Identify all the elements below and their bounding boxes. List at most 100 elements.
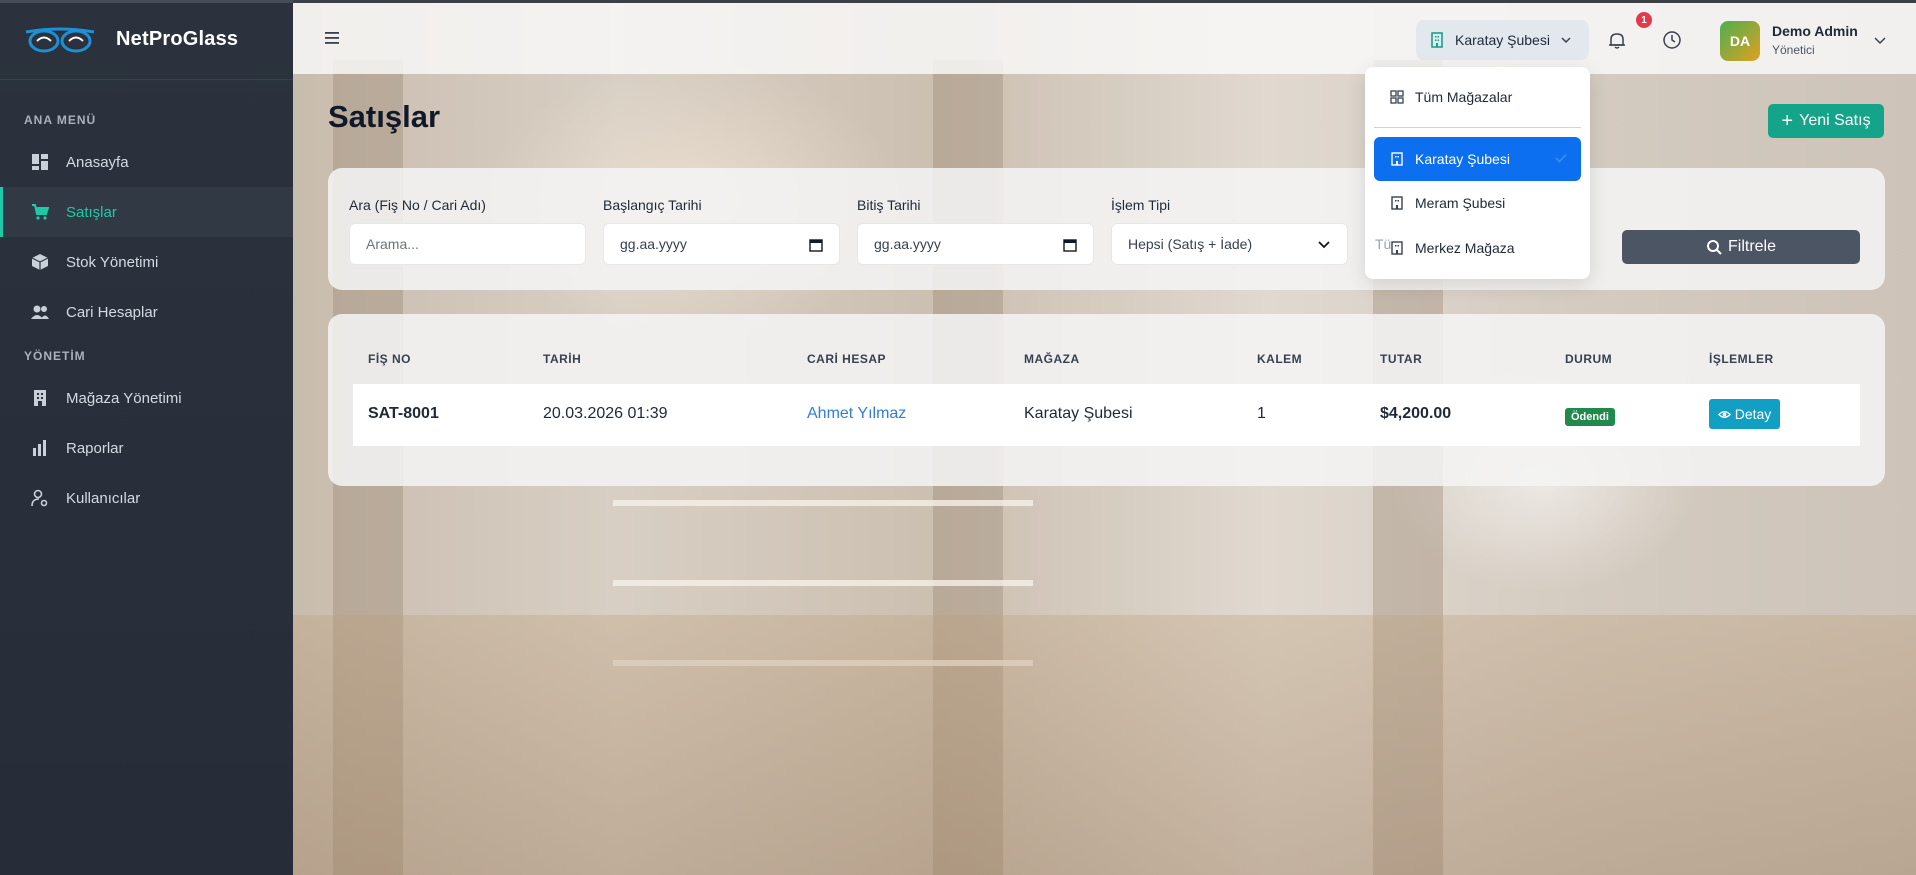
filter-button-label: Filtrele [1727, 238, 1776, 255]
glasses-logo-icon [25, 27, 95, 52]
new-sale-label: Yeni Satış [1799, 112, 1871, 129]
chevron-down-icon [1318, 241, 1330, 249]
eye-icon [1717, 410, 1731, 418]
column-header: MAĞAZA [1024, 352, 1080, 366]
sidebar-item-label: Mağaza Yönetimi [66, 389, 182, 407]
column-header: TUTAR [1380, 352, 1423, 366]
end-date-input[interactable]: gg.aa.yyyy [857, 223, 1094, 265]
cell-magaza: Karatay Şubesi [1024, 405, 1133, 422]
users-icon [30, 302, 50, 322]
cart-icon [30, 202, 50, 222]
sidebar-item-kullanicilar[interactable]: Kullanıcılar [0, 473, 293, 523]
user-role: Yönetici [1772, 43, 1815, 57]
type-select[interactable]: Hepsi (Satış + İade) [1111, 223, 1348, 265]
filter-card: Ara (Fiş No / Cari Adı) Arama... Başlang… [328, 168, 1885, 290]
user-name[interactable]: Demo Admin [1772, 23, 1858, 39]
sidebar-item-stok[interactable]: Stok Yönetimi [0, 237, 293, 287]
filter-button[interactable]: Filtrele [1622, 230, 1860, 264]
page-title: Satışlar [328, 99, 441, 134]
building-icon [1391, 241, 1403, 255]
search-icon [1706, 240, 1722, 255]
sidebar-item-raporlar[interactable]: Raporlar [0, 423, 293, 473]
dropdown-item-merkez[interactable]: Merkez Mağaza [1374, 226, 1581, 270]
hidden-filter-partial-text: Tü [1375, 236, 1392, 252]
building-icon [1391, 196, 1403, 210]
dropdown-item-label: Meram Şubesi [1415, 195, 1506, 211]
building-icon [30, 388, 50, 408]
store-dropdown-menu: Tüm Mağazalar Karatay Şubesi Meram Şubes… [1365, 67, 1590, 279]
type-label: İşlem Tipi [1111, 197, 1171, 213]
cell-tutar: $4,200.00 [1380, 405, 1452, 422]
bg-decor [613, 580, 1033, 586]
end-date-label: Bitiş Tarihi [857, 197, 921, 213]
clock-icon[interactable] [1661, 29, 1683, 51]
search-label: Ara (Fiş No / Cari Adı) [349, 197, 486, 213]
store-selector-label: Karatay Şubesi [1455, 32, 1550, 48]
sidebar-item-satislar[interactable]: Satışlar [0, 187, 293, 237]
dropdown-item-all-stores[interactable]: Tüm Mağazalar [1374, 75, 1581, 119]
plus-icon: + [1781, 110, 1794, 132]
sidebar-item-label: Anasayfa [66, 153, 129, 171]
dropdown-divider [1374, 127, 1581, 128]
main-content: Karatay Şubesi 1 DA Demo Admin Yönetici … [293, 0, 1916, 875]
type-value: Hepsi (Satış + İade) [1128, 236, 1253, 252]
sidebar-item-label: Cari Hesaplar [66, 303, 158, 321]
check-icon [1555, 153, 1567, 163]
chevron-down-icon [1561, 37, 1571, 44]
brand[interactable]: NetProGlass [0, 0, 293, 80]
search-placeholder: Arama... [366, 236, 419, 252]
table-row[interactable]: SAT-8001 20.03.2026 01:39 Ahmet Yılmaz K… [353, 384, 1860, 446]
start-date-label: Başlangıç Tarihi [603, 197, 702, 213]
sidebar-item-label: Satışlar [66, 203, 117, 221]
dropdown-item-label: Merkez Mağaza [1415, 240, 1515, 256]
dropdown-item-label: Karatay Şubesi [1415, 151, 1510, 167]
cell-kalem: 1 [1257, 405, 1266, 422]
notification-badge: 1 [1636, 12, 1652, 28]
new-sale-button[interactable]: + Yeni Satış [1768, 104, 1884, 138]
column-header: KALEM [1257, 352, 1303, 366]
building-icon [1391, 152, 1403, 166]
store-selector[interactable]: Karatay Şubesi [1416, 20, 1589, 60]
column-header: TARİH [543, 352, 582, 366]
building-icon [1431, 32, 1443, 48]
calendar-icon[interactable] [1063, 238, 1077, 252]
user-gear-icon [30, 488, 50, 508]
section-title-admin: YÖNETİM [24, 349, 86, 363]
column-header: İŞLEMLER [1709, 352, 1774, 366]
search-input[interactable]: Arama... [349, 223, 586, 265]
grid-icon [1390, 90, 1404, 104]
section-title-main: ANA MENÜ [24, 113, 97, 127]
sidebar-item-cari[interactable]: Cari Hesaplar [0, 287, 293, 337]
sidebar-item-label: Raporlar [66, 439, 124, 457]
calendar-icon[interactable] [809, 238, 823, 252]
bar-chart-icon [30, 438, 50, 458]
sidebar-item-label: Stok Yönetimi [66, 253, 159, 271]
box-icon [30, 252, 50, 272]
sidebar: NetProGlass ANA MENÜ Anasayfa Satışlar S… [0, 0, 293, 875]
column-header: DURUM [1565, 352, 1613, 366]
sidebar-item-label: Kullanıcılar [66, 489, 141, 507]
topbar: Karatay Şubesi 1 DA Demo Admin Yönetici [293, 0, 1916, 74]
chevron-down-icon[interactable] [1873, 33, 1887, 47]
sidebar-item-magaza[interactable]: Mağaza Yönetimi [0, 373, 293, 423]
dropdown-item-karatay[interactable]: Karatay Şubesi [1374, 137, 1581, 181]
sidebar-top-line [0, 0, 293, 3]
sales-table: FİŞ NO TARİH CARİ HESAP MAĞAZA KALEM TUT… [328, 314, 1885, 486]
status-badge: Ödendi [1565, 408, 1615, 426]
cell-tarih: 20.03.2026 01:39 [543, 405, 668, 422]
detail-button-label: Detay [1734, 406, 1772, 422]
bg-decor [293, 615, 1916, 875]
cell-fis-no: SAT-8001 [368, 405, 439, 422]
dropdown-item-label: Tüm Mağazalar [1415, 89, 1513, 105]
detail-button[interactable]: Detay [1709, 399, 1780, 429]
sidebar-item-anasayfa[interactable]: Anasayfa [0, 137, 293, 187]
dashboard-icon [30, 152, 50, 172]
column-header: FİŞ NO [368, 352, 412, 366]
menu-toggle-icon[interactable] [323, 29, 341, 47]
cell-cari-link[interactable]: Ahmet Yılmaz [807, 405, 906, 423]
dropdown-item-meram[interactable]: Meram Şubesi [1374, 181, 1581, 225]
bell-icon[interactable] [1606, 29, 1628, 51]
start-date-input[interactable]: gg.aa.yyyy [603, 223, 840, 265]
avatar[interactable]: DA [1720, 21, 1760, 61]
column-header: CARİ HESAP [807, 352, 887, 366]
